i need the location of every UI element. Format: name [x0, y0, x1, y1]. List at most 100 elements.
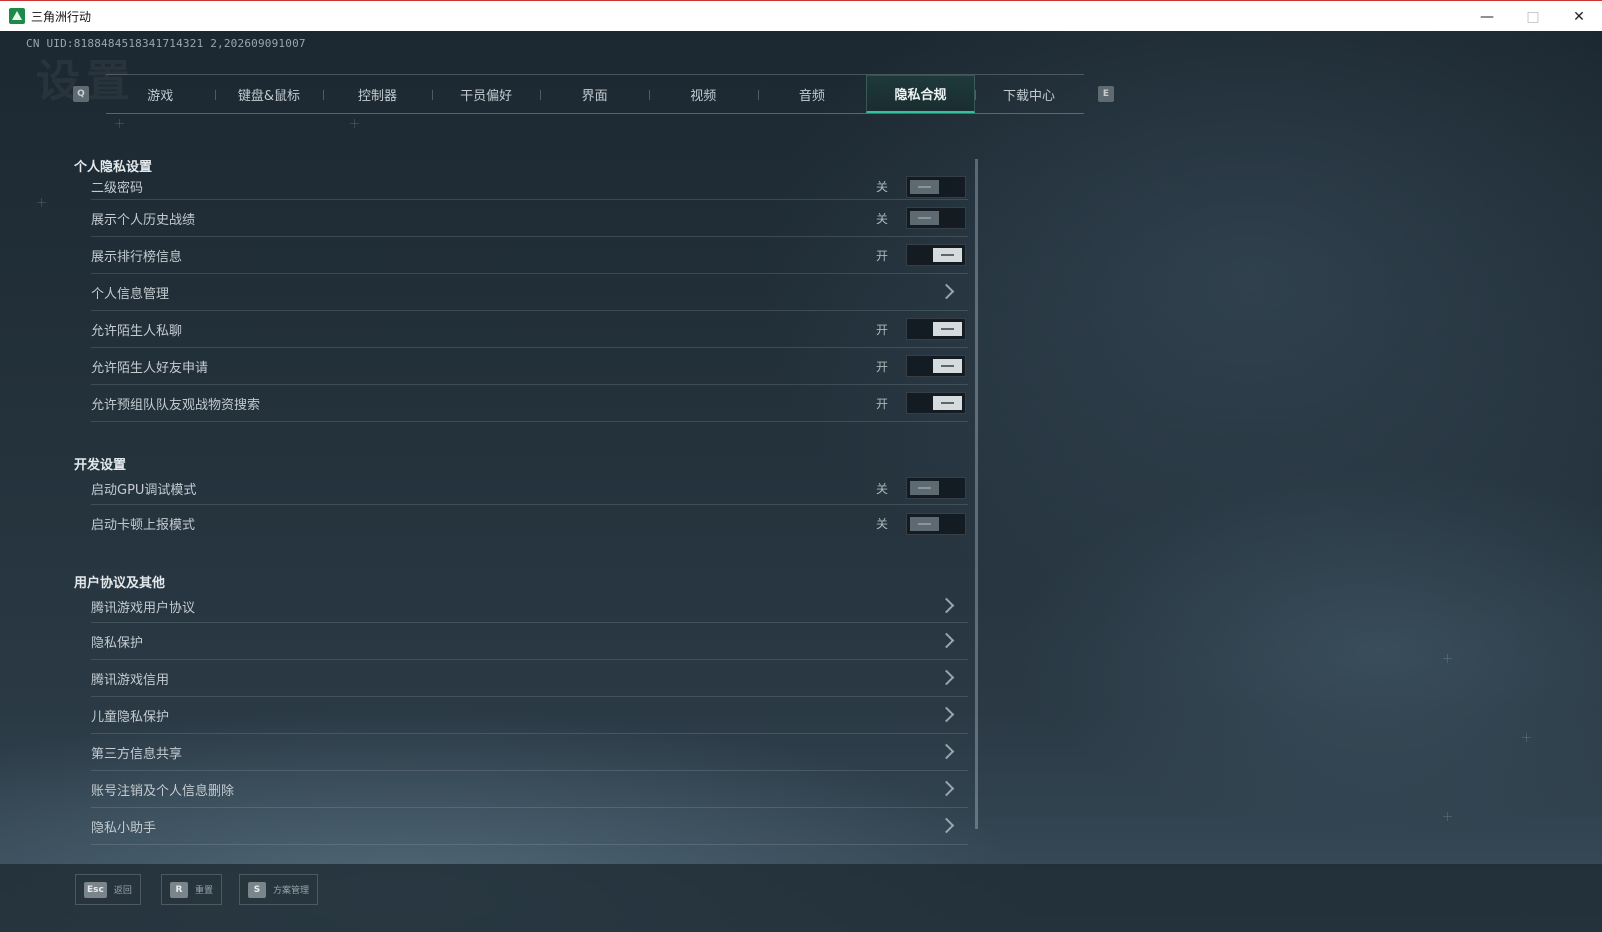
- grid-marker-icon: [115, 119, 124, 128]
- tab-keyboard-mouse[interactable]: 键盘&鼠标: [214, 75, 324, 113]
- chevron-right-icon: [938, 283, 955, 300]
- s-keycap: S: [248, 881, 266, 898]
- setting-label: 隐私小助手: [91, 820, 157, 836]
- back-label: 返回: [113, 886, 132, 896]
- setting-label: 启动GPU调试模式: [91, 482, 197, 498]
- agreement-row-account-deletion[interactable]: 账号注销及个人信息删除: [91, 771, 968, 808]
- setting-label: 第三方信息共享: [91, 746, 183, 762]
- chevron-right-icon: [938, 706, 955, 723]
- reset-button[interactable]: R 重置: [161, 874, 223, 905]
- esc-keycap: Esc: [84, 881, 107, 898]
- setting-label: 儿童隐私保护: [91, 709, 170, 725]
- grid-marker-icon: [1522, 733, 1531, 742]
- maximize-button[interactable]: □: [1510, 1, 1556, 32]
- tab-interface[interactable]: 界面: [540, 75, 649, 113]
- toggle-state-text: 开: [875, 248, 888, 263]
- agreement-row-privacy-assistant[interactable]: 隐私小助手: [91, 808, 968, 845]
- chevron-right-icon: [938, 669, 955, 686]
- section-title-dev: 开发设置: [74, 458, 127, 473]
- toggle-knob: [933, 322, 962, 336]
- scheme-management-label: 方案管理: [273, 886, 310, 896]
- setting-row-personal-info-management[interactable]: 个人信息管理: [91, 274, 968, 311]
- tab-download-center[interactable]: 下载中心: [974, 75, 1084, 113]
- setting-row-show-leaderboard: 展示排行榜信息 开: [91, 237, 968, 274]
- section-title-agreements: 用户协议及其他: [74, 576, 166, 591]
- chevron-right-icon: [938, 780, 955, 797]
- toggle-stranger-friend-request[interactable]: [906, 355, 966, 377]
- toggle-state-text: 开: [875, 359, 888, 374]
- r-keycap: R: [170, 881, 188, 898]
- toggle-state-text: 关: [875, 211, 888, 226]
- toggle-gpu-debug[interactable]: [906, 477, 966, 499]
- chevron-right-icon: [938, 632, 955, 649]
- toggle-stranger-chat[interactable]: [906, 318, 966, 340]
- setting-row-stranger-chat: 允许陌生人私聊 开: [91, 311, 968, 348]
- bottom-hint-bar: Esc 返回 R 重置 S 方案管理: [0, 864, 1602, 932]
- setting-label: 允许陌生人好友申请: [91, 360, 209, 376]
- agreement-row-children-privacy[interactable]: 儿童隐私保护: [91, 697, 968, 734]
- window-titlebar: 三角洲行动 — □ ✕: [0, 0, 1602, 31]
- section-title-privacy: 个人隐私设置: [74, 160, 153, 175]
- agreement-row-third-party-sharing[interactable]: 第三方信息共享: [91, 734, 968, 771]
- setting-label: 展示排行榜信息: [91, 249, 183, 265]
- window-title: 三角洲行动: [31, 9, 92, 24]
- setting-label: 允许预组队队友观战物资搜索: [91, 397, 261, 413]
- setting-row-secondary-password: 二级密码 关: [91, 174, 968, 200]
- tab-game[interactable]: 游戏: [106, 75, 215, 113]
- setting-label: 允许陌生人私聊: [91, 323, 183, 339]
- tab-video[interactable]: 视频: [648, 75, 758, 113]
- toggle-state-text: 关: [875, 481, 888, 496]
- settings-scrollbar[interactable]: [975, 159, 978, 829]
- agreement-row-game-credit[interactable]: 腾讯游戏信用: [91, 660, 968, 697]
- toggle-state-text: 关: [875, 517, 888, 531]
- grid-marker-icon: [1443, 812, 1452, 821]
- grid-marker-icon: [37, 198, 46, 207]
- tab-privacy-compliance[interactable]: 隐私合规: [866, 75, 975, 113]
- setting-row-gpu-debug: 启动GPU调试模式 关: [91, 472, 968, 505]
- setting-label: 腾讯游戏信用: [91, 672, 170, 688]
- grid-marker-icon: [1443, 654, 1452, 663]
- chevron-right-icon: [938, 817, 955, 834]
- uid-label: CN UID:8188484518341714321 2,20260909100…: [26, 37, 306, 50]
- tab-audio[interactable]: 音频: [757, 75, 867, 113]
- setting-label: 展示个人历史战绩: [91, 212, 196, 228]
- setting-row-stranger-friend-request: 允许陌生人好友申请 开: [91, 348, 968, 385]
- setting-label: 启动卡顿上报模式: [91, 518, 196, 533]
- agreement-row-privacy-protection[interactable]: 隐私保护: [91, 623, 968, 660]
- setting-row-teammate-spectate: 允许预组队队友观战物资搜索 开: [91, 385, 968, 422]
- minimize-button[interactable]: —: [1464, 1, 1510, 32]
- scheme-management-button[interactable]: S 方案管理: [239, 874, 319, 905]
- agreement-row-user-agreement[interactable]: 腾讯游戏用户协议: [91, 590, 968, 623]
- toggle-state-text: 开: [875, 396, 888, 411]
- setting-label: 账号注销及个人信息删除: [91, 783, 235, 799]
- setting-label: 个人信息管理: [91, 286, 170, 302]
- next-tab-key[interactable]: E: [1098, 86, 1114, 102]
- prev-tab-key[interactable]: Q: [73, 86, 89, 102]
- toggle-knob: [933, 359, 962, 373]
- setting-label: 腾讯游戏用户协议: [91, 600, 196, 616]
- setting-label: 隐私保护: [91, 635, 144, 651]
- toggle-show-history[interactable]: [906, 207, 966, 229]
- toggle-knob: [910, 211, 939, 225]
- game-viewport: 设置 CN UID:8188484518341714321 2,20260909…: [0, 31, 1602, 932]
- tab-operator-preference[interactable]: 干员偏好: [431, 75, 541, 113]
- chevron-right-icon: [938, 743, 955, 760]
- close-button[interactable]: ✕: [1556, 1, 1602, 32]
- reset-label: 重置: [195, 886, 214, 896]
- toggle-show-leaderboard[interactable]: [906, 244, 966, 266]
- settings-panel: 个人隐私设置 二级密码 关 展示个人历史战绩 关 展示排行榜信息 开 个人信息管…: [74, 156, 968, 881]
- toggle-state-text: 关: [875, 180, 888, 194]
- settings-tabs: 游戏 键盘&鼠标 控制器 干员偏好 界面 视频 音频 隐私合规 下载中心: [106, 74, 1084, 114]
- toggle-knob: [933, 248, 962, 262]
- toggle-stutter-report[interactable]: [906, 512, 966, 535]
- toggle-knob: [910, 179, 939, 194]
- grid-marker-icon: [350, 119, 359, 128]
- toggle-teammate-spectate[interactable]: [906, 392, 966, 414]
- toggle-state-text: 开: [875, 322, 888, 337]
- tab-controller[interactable]: 控制器: [323, 75, 432, 113]
- back-button[interactable]: Esc 返回: [75, 874, 141, 905]
- setting-label: 二级密码: [91, 181, 144, 196]
- toggle-secondary-password[interactable]: [906, 175, 966, 198]
- setting-row-stutter-report: 启动卡顿上报模式 关: [91, 505, 968, 542]
- toggle-knob: [933, 396, 962, 410]
